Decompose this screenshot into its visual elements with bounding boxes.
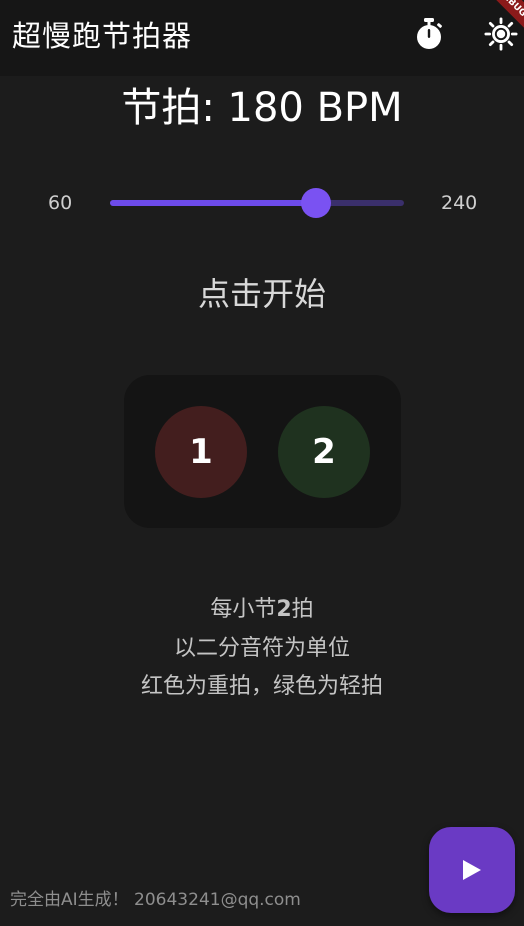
app-title: 超慢跑节拍器 — [12, 19, 193, 53]
beats-per-measure-text: 每小节2拍 — [0, 595, 524, 625]
tempo-slider-fill — [110, 200, 306, 206]
slider-min-label: 60 — [48, 192, 73, 214]
beat-weak-indicator: 2 — [278, 406, 370, 498]
beats-prefix: 每小节 — [210, 597, 277, 622]
tempo-slider-track[interactable] — [110, 200, 404, 206]
timer-button[interactable] — [412, 14, 446, 54]
tempo-label: 节拍: 180 BPM — [121, 85, 403, 131]
slider-max-label: 240 — [441, 192, 478, 214]
app-bar: 超慢跑节拍器 DEBUG — [0, 0, 524, 76]
status-text[interactable]: 点击开始 — [0, 272, 524, 316]
beats-count: 2 — [276, 597, 292, 622]
metronome-screen: 超慢跑节拍器 DEBUG 节拍: 180 BPM 60 240 点击开始 1 2… — [0, 0, 524, 926]
beat-indicator-panel: 1 2 — [124, 375, 401, 528]
beats-suffix: 拍 — [291, 597, 314, 622]
play-icon — [463, 860, 481, 880]
footer-credit: 完全由AI生成！ 20643241@qq.com — [10, 890, 301, 910]
tempo-slider-thumb[interactable] — [301, 188, 331, 218]
beat-strong-indicator: 1 — [155, 406, 247, 498]
theme-toggle-button[interactable] — [484, 14, 518, 54]
beat-unit-text: 以二分音符为单位 — [173, 636, 350, 661]
sun-icon — [484, 17, 518, 51]
play-button[interactable] — [429, 827, 515, 913]
beat-color-legend-text: 红色为重拍，绿色为轻拍 — [140, 674, 383, 699]
stopwatch-icon — [417, 18, 442, 49]
